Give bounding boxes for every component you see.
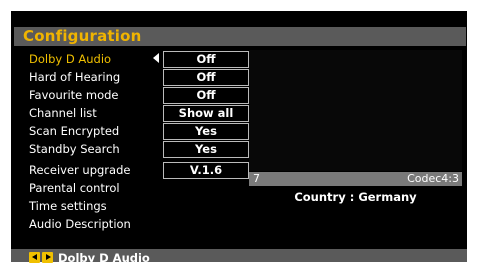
channel-info-bar: 7 Codec4:3 <box>249 172 462 186</box>
menu-item-label: Audio Description <box>29 217 131 231</box>
menu-item-label: Time settings <box>29 199 107 213</box>
menu-item-label: Hard of Hearing <box>29 70 121 84</box>
country-label: Country : Germany <box>294 190 417 204</box>
menu-item-value[interactable]: Off <box>163 69 249 86</box>
arrow-left-icon[interactable] <box>153 53 159 63</box>
left-key-icon <box>29 252 40 263</box>
right-key-icon <box>42 252 53 263</box>
menu-item-label: Parental control <box>29 181 120 195</box>
menu-item-label: Channel list <box>29 106 97 120</box>
menu-item-label: Standby Search <box>29 142 120 156</box>
channel-number: 7 <box>253 172 260 185</box>
menu-item-value[interactable]: Yes <box>163 123 249 140</box>
configuration-menu: Configuration Dolby D Audio Off Hard of … <box>11 11 467 265</box>
menu-item-label: Favourite mode <box>29 88 119 102</box>
menu-title: Configuration <box>23 27 142 45</box>
menu-item-label: Receiver upgrade <box>29 163 131 177</box>
menu-item-label: Scan Encrypted <box>29 124 120 138</box>
menu-item-value[interactable]: Yes <box>163 141 249 158</box>
menu-item-value[interactable]: Off <box>163 51 249 68</box>
menu-item-label: Dolby D Audio <box>29 52 112 66</box>
video-preview <box>249 50 462 171</box>
menu-item-value[interactable]: Off <box>163 87 249 104</box>
menu-item-value[interactable]: Show all <box>163 105 249 122</box>
codec-aspect: Codec4:3 <box>407 172 459 185</box>
hint-text: Dolby D Audio <box>58 251 150 265</box>
menu-item-value[interactable]: V.1.6 <box>163 162 249 179</box>
tv-screen: Configuration Dolby D Audio Off Hard of … <box>0 0 478 273</box>
